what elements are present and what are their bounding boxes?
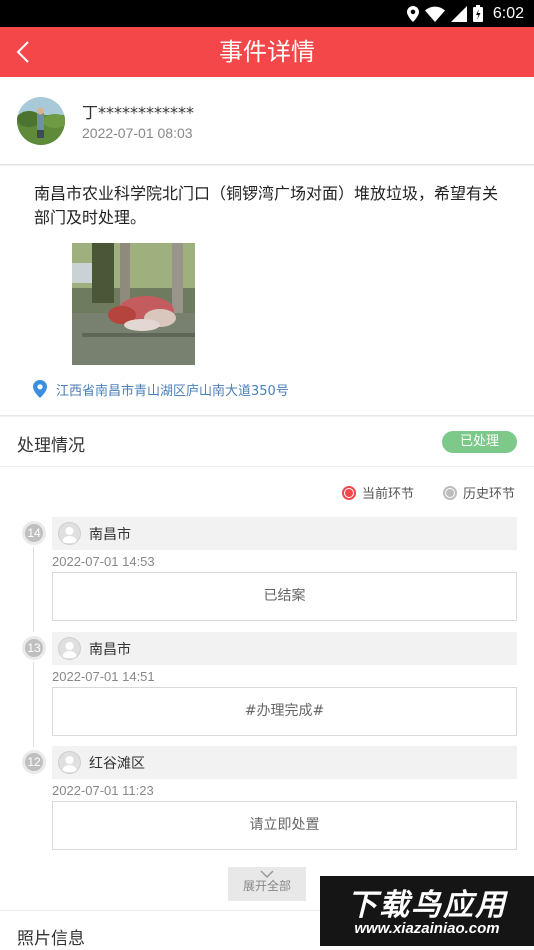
status-time: 6:02	[492, 4, 524, 22]
location-status-icon	[406, 5, 419, 22]
status-badge: 已处理	[442, 431, 517, 453]
expand-all-label: 展开全部	[242, 879, 291, 893]
step-header: 南昌市	[52, 632, 517, 665]
event-description: 南昌市农业科学院北门口（铜锣湾广场对面）堆放垃圾，希望有关部门及时处理。	[34, 184, 499, 227]
event-content: 南昌市农业科学院北门口（铜锣湾广场对面）堆放垃圾，希望有关部门及时处理。 江西省…	[0, 166, 534, 416]
step-org: 南昌市	[89, 642, 131, 658]
page-title: 事件详情	[219, 38, 315, 66]
user-avatar-icon	[58, 751, 81, 774]
legend-current-label: 当前环节	[362, 487, 415, 502]
step-header: 红谷滩区	[52, 746, 517, 779]
reporter-avatar[interactable]	[17, 97, 65, 145]
step-note: 已结案	[52, 572, 517, 621]
step-number: 14	[22, 521, 46, 545]
history-dot-icon	[443, 485, 457, 500]
photo-section-title: 照片信息	[17, 929, 85, 949]
watermark-logo: 下载鸟应用 www.xiazainiao.com	[320, 876, 534, 946]
user-avatar-icon	[58, 637, 81, 660]
wifi-icon	[424, 6, 445, 22]
user-avatar-icon	[58, 522, 81, 545]
chevron-down-icon	[260, 870, 274, 879]
timeline-line	[33, 547, 34, 632]
step-note: #办理完成#	[52, 687, 517, 736]
event-location: 江西省南昌市青山湖区庐山南大道350号	[56, 384, 289, 399]
process-section: 处理情况 已处理 当前环节 历史环节 14 南昌市 2022-07-01 14:…	[0, 417, 534, 950]
process-header: 处理情况 已处理	[0, 417, 534, 467]
reporter-name: 丁************	[82, 103, 195, 122]
step-note: 请立即处置	[52, 801, 517, 850]
signal-icon	[450, 5, 467, 22]
timeline-line	[33, 662, 34, 747]
step-number: 12	[22, 750, 46, 774]
legend-history-label: 历史环节	[463, 487, 516, 502]
title-bar: 事件详情	[0, 27, 534, 77]
report-time: 2022-07-01 08:03	[82, 125, 193, 141]
step-number: 13	[22, 636, 46, 660]
event-photo[interactable]	[72, 243, 195, 365]
legend-current: 当前环节	[342, 483, 414, 502]
step-time: 2022-07-01 14:51	[52, 669, 155, 684]
process-step: 12 红谷滩区 2022-07-01 11:23 请立即处置	[0, 746, 534, 861]
step-header: 南昌市	[52, 517, 517, 550]
location-pin-icon	[33, 380, 47, 398]
legend-history: 历史环节	[443, 483, 515, 502]
step-time: 2022-07-01 14:53	[52, 554, 155, 569]
step-org: 南昌市	[89, 527, 131, 543]
step-time: 2022-07-01 11:23	[52, 783, 154, 798]
battery-icon	[472, 5, 483, 22]
process-step: 14 南昌市 2022-07-01 14:53 已结案	[0, 517, 534, 632]
watermark-url: www.xiazainiao.com	[354, 920, 500, 937]
reporter-card: 丁************ 2022-07-01 08:03	[0, 77, 534, 165]
process-title: 处理情况	[17, 436, 85, 456]
process-step: 13 南昌市 2022-07-01 14:51 #办理完成#	[0, 632, 534, 747]
watermark-main: 下载鸟应用	[347, 888, 507, 923]
expand-all-button[interactable]: 展开全部	[228, 867, 306, 901]
status-bar: 6:02	[0, 0, 534, 27]
current-dot-icon	[342, 485, 356, 500]
step-org: 红谷滩区	[89, 756, 145, 772]
